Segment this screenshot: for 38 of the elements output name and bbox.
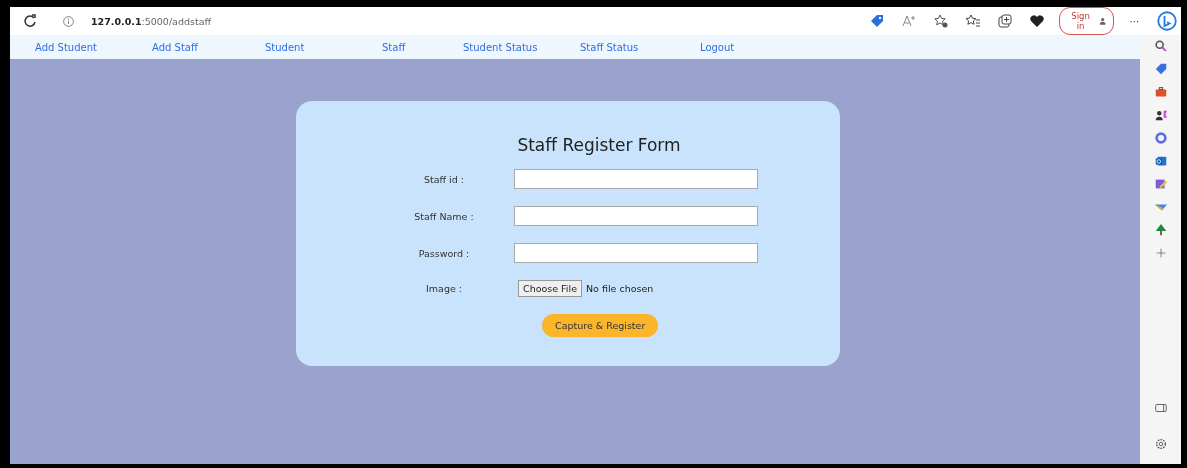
read-aloud-icon[interactable] <box>901 13 917 29</box>
password-field[interactable] <box>514 243 758 263</box>
more-button[interactable]: ··· <box>1129 15 1140 27</box>
field-label: Staff id : <box>422 173 465 185</box>
input-field[interactable] <box>514 206 758 226</box>
sidebar-icon[interactable] <box>1153 401 1168 415</box>
field-label: Image : <box>425 283 463 294</box>
input-field[interactable] <box>514 169 758 189</box>
choose-file-button[interactable]: Choose File <box>518 280 582 297</box>
people-icon[interactable] <box>1153 108 1168 122</box>
heart-icon[interactable] <box>1029 13 1045 29</box>
sign-in-button[interactable]: Sign in <box>1059 7 1114 35</box>
star-add-icon[interactable] <box>933 13 949 29</box>
settings-icon[interactable] <box>1153 437 1168 451</box>
field-label: Staff Name : <box>413 210 475 222</box>
nav-link[interactable]: Staff <box>382 41 406 53</box>
file-status: No file chosen <box>586 283 654 294</box>
tag-icon[interactable] <box>869 13 885 29</box>
url-text[interactable]: 127.0.0.1:5000/addstaff <box>91 15 211 27</box>
drawing-icon[interactable] <box>1153 177 1168 191</box>
nav-link[interactable]: Staff Status <box>580 41 639 53</box>
nav-link[interactable]: Student Status <box>463 41 538 53</box>
person-icon <box>1099 16 1107 26</box>
collections-icon[interactable] <box>997 13 1013 29</box>
form-title: Staff Register Form <box>516 135 682 155</box>
tag-icon[interactable] <box>1153 62 1168 76</box>
nav-link[interactable]: Logout <box>700 41 735 53</box>
nav-link[interactable]: Add Student <box>35 41 97 53</box>
field-label: Password : <box>417 247 471 259</box>
search-icon[interactable] <box>1153 39 1168 53</box>
toolbox-icon[interactable] <box>1153 85 1168 99</box>
tree-icon[interactable] <box>1153 223 1168 237</box>
reload-icon[interactable] <box>22 13 38 29</box>
favorites-icon[interactable] <box>965 13 981 29</box>
nav-link[interactable]: Add Staff <box>152 41 198 53</box>
capture-register-button[interactable]: Capture & Register <box>542 314 659 337</box>
nav-link[interactable]: Student <box>265 41 305 53</box>
ring-icon[interactable] <box>1153 131 1168 145</box>
